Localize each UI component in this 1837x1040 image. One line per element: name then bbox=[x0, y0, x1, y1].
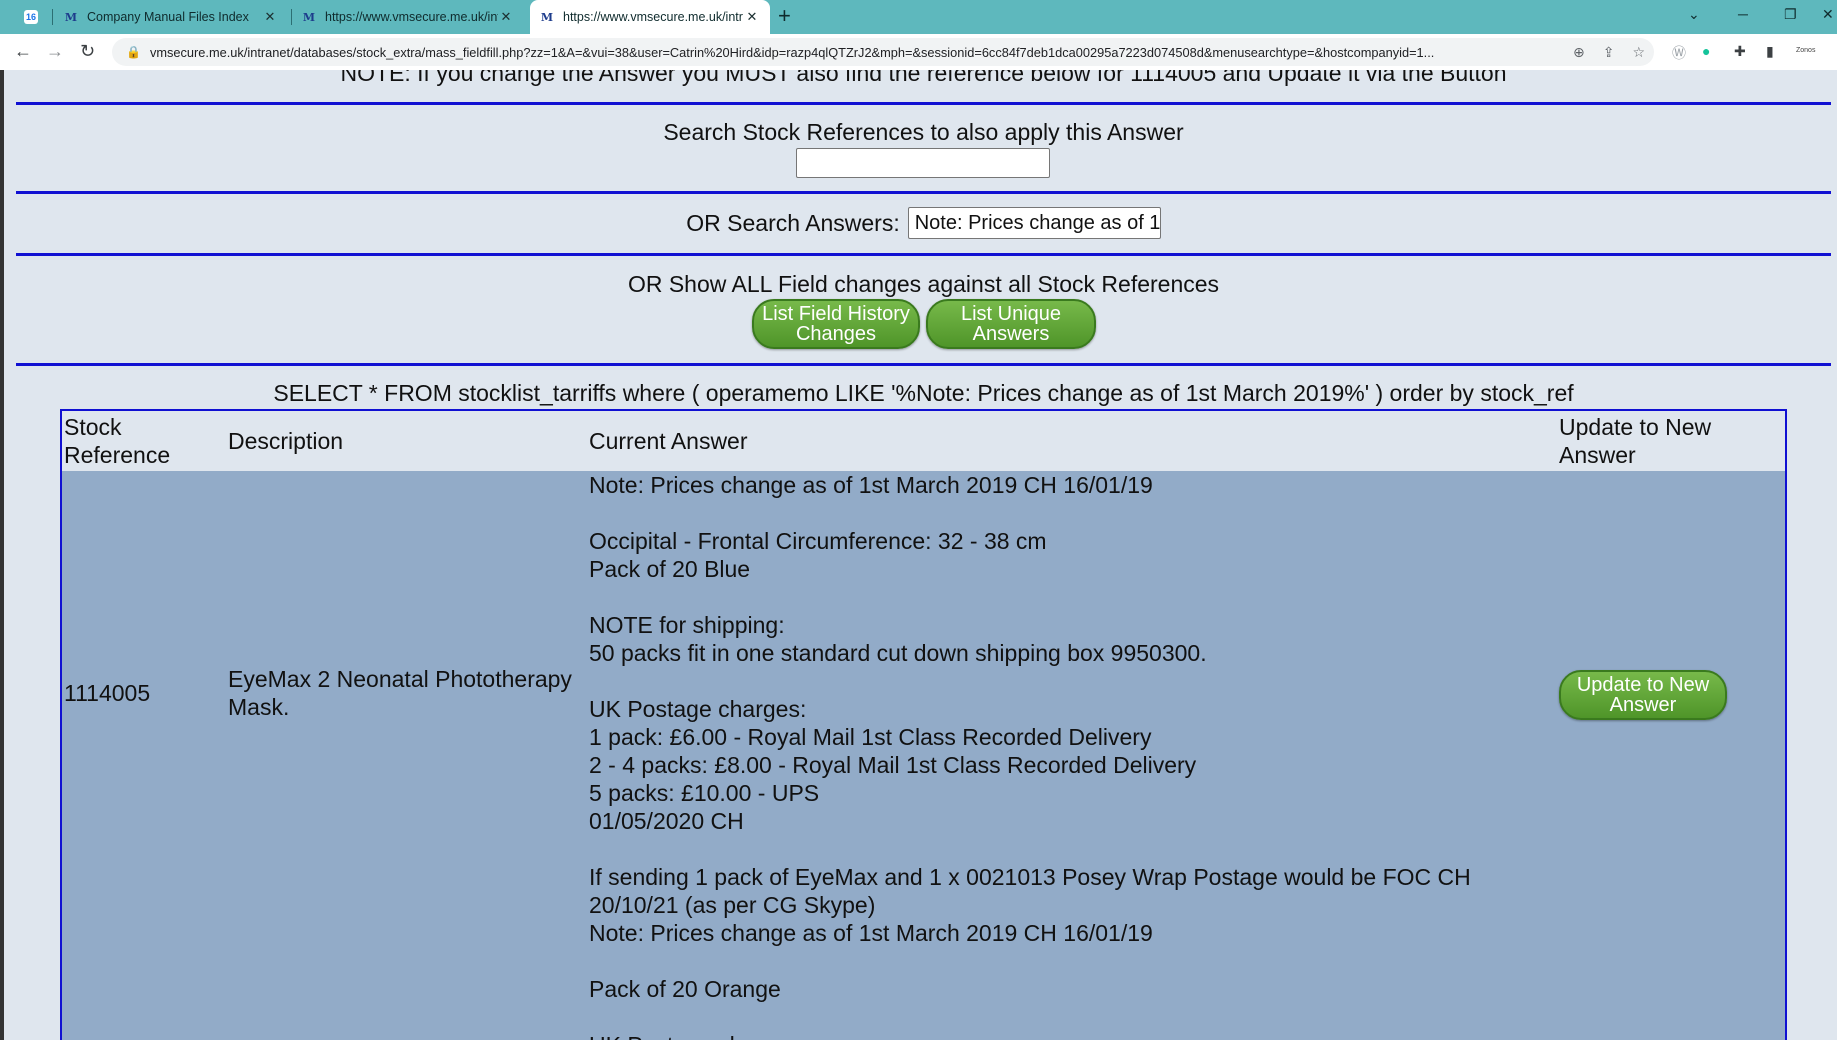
window-left-edge bbox=[0, 70, 4, 1040]
answer-line: Pack of 20 Orange bbox=[589, 976, 781, 1002]
answer-line bbox=[589, 499, 1539, 527]
divider bbox=[16, 363, 1831, 366]
close-icon[interactable]: ✕ bbox=[262, 9, 278, 25]
divider bbox=[16, 102, 1831, 105]
answer-line: Pack of 20 Blue bbox=[589, 556, 751, 582]
answer-line bbox=[589, 667, 1539, 695]
answer-line: 50 packs fit in one standard cut down sh… bbox=[589, 640, 1207, 666]
answer-line: Note: Prices change as of 1st March 2019… bbox=[589, 472, 1153, 498]
calendar-icon: 16 bbox=[24, 10, 38, 24]
vm-logo-icon: M bbox=[302, 10, 316, 24]
header-update: Update to New Answer bbox=[1559, 414, 1712, 468]
new-tab-button[interactable]: + bbox=[778, 3, 791, 29]
search-answers-row: OR Search Answers: Note: Prices change a… bbox=[16, 207, 1831, 239]
answer-line: 01/05/2020 CH bbox=[589, 808, 744, 834]
address-toolbar: ← → ↻ 🔒 vmsecure.me.uk/intranet/database… bbox=[0, 34, 1837, 71]
search-stock-refs-input[interactable] bbox=[796, 148, 1050, 178]
answer-line: 1 pack: £6.00 - Royal Mail 1st Class Rec… bbox=[589, 724, 1152, 750]
update-to-new-answer-button[interactable]: Update to New Answer bbox=[1559, 670, 1727, 720]
vm-logo-icon: M bbox=[64, 10, 78, 24]
search-refs-label: Search Stock References to also apply th… bbox=[663, 119, 1184, 145]
bookmark-star-icon[interactable]: ☆ bbox=[1632, 44, 1645, 61]
table-header: Stock Reference Description Current Answ… bbox=[62, 411, 1785, 471]
cell-current-answer: Note: Prices change as of 1st March 2019… bbox=[589, 471, 1539, 1040]
header-stock-reference: Stock Reference bbox=[64, 414, 171, 468]
lock-icon[interactable]: 🔒 bbox=[126, 45, 141, 59]
page-content: NOTE: If you change the Answer you MUST … bbox=[0, 70, 1837, 1040]
answer-line: Note: Prices change as of 1st March 2019… bbox=[589, 920, 1153, 946]
search-answers-label: OR Search Answers: bbox=[686, 209, 900, 236]
pinned-tab[interactable]: 16 bbox=[14, 0, 54, 34]
restore-button[interactable]: ❐ bbox=[1784, 6, 1797, 23]
answer-line bbox=[589, 583, 1539, 611]
side-panel-icon[interactable]: ▮ bbox=[1766, 43, 1774, 60]
tab-title: https://www.vmsecure.me.uk/intr bbox=[325, 10, 498, 24]
answer-line: UK Postage charges: bbox=[589, 1031, 1539, 1040]
answer-line bbox=[589, 947, 1539, 975]
tab-search-icon[interactable]: ⌄ bbox=[1688, 6, 1700, 23]
note-cutoff-text: NOTE: If you change the Answer you MUST … bbox=[340, 70, 1507, 86]
answer-line: 20/10/21 (as per CG Skype) bbox=[589, 892, 876, 918]
w-extension-icon[interactable]: Ⓦ bbox=[1672, 43, 1686, 63]
grammarly-icon[interactable]: ● bbox=[1702, 43, 1710, 59]
zonos-extension-icon[interactable]: Zonos bbox=[1796, 47, 1815, 54]
close-icon[interactable]: ✕ bbox=[498, 9, 514, 25]
answer-line: If sending 1 pack of EyeMax and 1 x 0021… bbox=[589, 864, 1471, 890]
answer-line bbox=[589, 835, 1539, 863]
answer-line: NOTE for shipping: bbox=[589, 612, 785, 638]
cell-description: EyeMax 2 Neonatal Phototherapy Mask. bbox=[228, 666, 572, 720]
search-answers-input[interactable]: Note: Prices change as of 1 bbox=[907, 207, 1161, 239]
url-bar[interactable]: 🔒 vmsecure.me.uk/intranet/databases/stoc… bbox=[112, 38, 1654, 66]
extensions-puzzle-icon[interactable]: ✚ bbox=[1734, 43, 1746, 60]
share-icon[interactable]: ⇪ bbox=[1603, 44, 1615, 61]
answer-line bbox=[589, 1003, 1539, 1031]
answer-line: UK Postage charges: bbox=[589, 696, 807, 722]
header-description: Description bbox=[228, 428, 344, 454]
back-arrow-icon[interactable]: ← bbox=[14, 41, 32, 62]
tab-separator bbox=[52, 9, 53, 25]
divider bbox=[16, 253, 1831, 256]
tab-title: https://www.vmsecure.me.uk/intr bbox=[563, 10, 743, 24]
sql-query-text: SELECT * FROM stocklist_tarriffs where (… bbox=[273, 380, 1574, 406]
tab-vmsecure-1[interactable]: M https://www.vmsecure.me.uk/intr ✕ bbox=[292, 0, 524, 34]
tab-title: Company Manual Files Index bbox=[87, 10, 249, 24]
close-window-button[interactable]: ✕ bbox=[1822, 6, 1834, 23]
answer-line: Occipital - Frontal Circumference: 32 - … bbox=[589, 528, 1047, 554]
divider bbox=[16, 191, 1831, 194]
close-icon[interactable]: ✕ bbox=[744, 9, 760, 25]
url-text[interactable]: vmsecure.me.uk/intranet/databases/stock_… bbox=[150, 45, 1564, 60]
vm-logo-icon: M bbox=[540, 10, 554, 24]
cell-stock-reference: 1114005 bbox=[64, 680, 151, 706]
results-table: Stock Reference Description Current Answ… bbox=[60, 409, 1787, 1040]
zoom-icon[interactable]: ⊕ bbox=[1573, 44, 1585, 61]
table-row: 1114005 EyeMax 2 Neonatal Phototherapy M… bbox=[62, 471, 1785, 1040]
list-unique-answers-button[interactable]: List Unique Answers bbox=[926, 299, 1096, 349]
header-current-answer: Current Answer bbox=[589, 428, 748, 454]
tab-vmsecure-active[interactable]: M https://www.vmsecure.me.uk/intr ✕ bbox=[530, 0, 770, 34]
list-field-history-button[interactable]: List Field History Changes bbox=[752, 299, 920, 349]
minimize-button[interactable]: ─ bbox=[1738, 6, 1748, 22]
browser-tab-bar: 16 M Company Manual Files Index ✕ M http… bbox=[0, 0, 1837, 34]
answer-line: 2 - 4 packs: £8.00 - Royal Mail 1st Clas… bbox=[589, 752, 1197, 778]
tab-company-manual[interactable]: M Company Manual Files Index ✕ bbox=[54, 0, 288, 34]
answer-line: 5 packs: £10.00 - UPS bbox=[589, 780, 820, 806]
show-all-label: OR Show ALL Field changes against all St… bbox=[627, 271, 1220, 297]
reload-icon[interactable]: ↻ bbox=[80, 41, 95, 62]
forward-arrow-icon[interactable]: → bbox=[46, 41, 64, 62]
